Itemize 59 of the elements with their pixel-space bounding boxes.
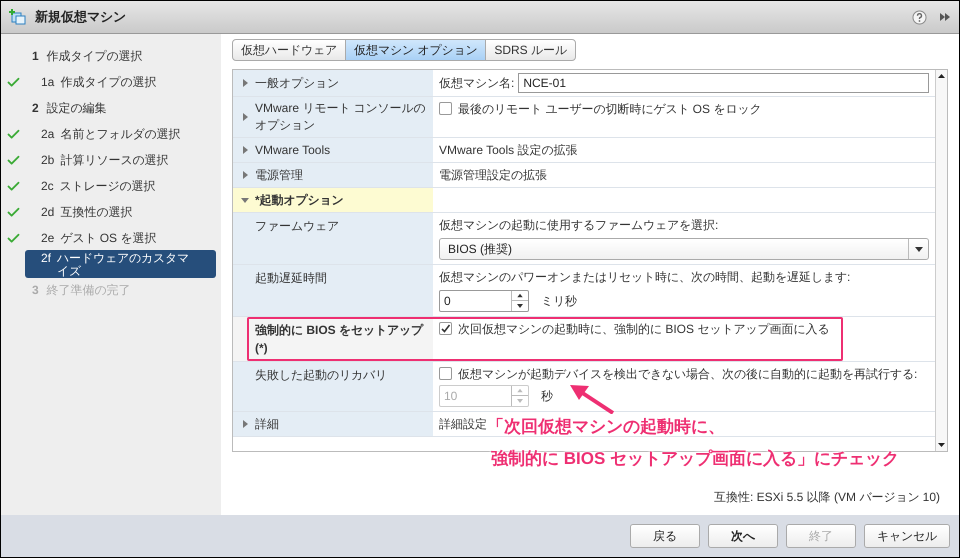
wizard-substep[interactable]: 2e ゲスト OS を選択 xyxy=(25,232,216,244)
setting-summary: 詳細設定 xyxy=(439,417,487,431)
dropdown-value: BIOS (推奨) xyxy=(447,241,514,258)
checkbox-label: 仮想マシンが起動デバイスを検出できない場合、次の後に自動的に起動を再試行する: xyxy=(458,367,918,381)
wizard-step: 3 終了準備の完了 xyxy=(1,277,216,303)
firmware-dropdown[interactable]: BIOS (推奨) xyxy=(439,238,929,260)
number-value: 0 xyxy=(443,293,452,310)
setting-description: 仮想マシンの起動に使用するファームウェアを選択: xyxy=(439,217,720,234)
wizard-substep[interactable]: 2a 名前とフォルダの選択 xyxy=(25,128,216,140)
wizard-button[interactable]: キャンセル xyxy=(864,524,950,548)
callout-text: 「次回仮想マシンの起動時に、 xyxy=(487,416,725,438)
setting-label: ファームウェア xyxy=(255,219,339,233)
expand-triangle-icon[interactable] xyxy=(241,171,249,179)
tab[interactable]: 仮想マシン オプション xyxy=(345,39,486,61)
section-label[interactable]: 電源管理 xyxy=(255,166,303,184)
help-icon[interactable] xyxy=(912,10,927,24)
wizard-step: 2 設定の編集 xyxy=(1,95,216,121)
wizard-substep[interactable]: 2d 互換性の選択 xyxy=(25,206,216,218)
expand-triangle-icon[interactable] xyxy=(241,79,249,87)
number-value: 10 xyxy=(443,388,458,405)
unit-label: 秒 xyxy=(541,388,553,405)
field-label: 仮想マシン名: xyxy=(439,75,514,92)
scrollbar[interactable] xyxy=(935,70,947,451)
checkbox[interactable] xyxy=(439,102,452,115)
checkbox-label: 次回仮想マシンの起動時に、強制的に BIOS セットアップ画面に入る xyxy=(458,322,830,336)
section-label[interactable]: 詳細 xyxy=(255,416,279,432)
collapse-triangle-icon[interactable] xyxy=(241,196,249,204)
callout-text: 強制的に BIOS セットアップ画面に入る」にチェック xyxy=(491,448,900,470)
check-icon xyxy=(440,323,451,334)
expand-triangle-icon[interactable] xyxy=(241,420,249,428)
wizard-substep[interactable]: 2f ハードウェアのカスタマイズ xyxy=(25,250,216,278)
setting-summary: VMware Tools 設定の拡張 xyxy=(439,143,578,157)
checkbox[interactable] xyxy=(439,322,452,335)
setting-label: 失敗した起動のリカバリ xyxy=(255,368,387,382)
compatibility-text: 互換性: ESXi 5.5 以降 (VM バージョン 10) xyxy=(714,489,940,506)
window-title: 新規仮想マシン xyxy=(35,8,126,26)
wizard-step: 1 作成タイプの選択 xyxy=(1,43,216,69)
expand-triangle-icon[interactable] xyxy=(241,113,249,121)
setting-description: 仮想マシンのパワーオンまたはリセット時に、次の時間、起動を遅延します: xyxy=(439,270,850,284)
unit-label: ミリ秒 xyxy=(541,293,577,310)
wizard-substep[interactable]: 1a 作成タイプの選択 xyxy=(25,76,216,88)
wizard-substep[interactable]: 2b 計算リソースの選択 xyxy=(25,154,216,166)
setting-label: 強制的に BIOS をセットアップ (*) xyxy=(255,323,424,355)
wizard-button[interactable]: 戻る xyxy=(630,524,700,548)
double-arrow-icon[interactable] xyxy=(939,12,951,22)
setting-summary: 電源管理設定の拡張 xyxy=(439,168,547,182)
caret-icon xyxy=(914,246,922,252)
wizard-substep[interactable]: 2c ストレージの選択 xyxy=(25,180,216,192)
name-input-field[interactable]: NCE-01 xyxy=(518,73,929,93)
tab[interactable]: 仮想ハードウェア xyxy=(232,39,346,61)
tab[interactable]: SDRS ルール xyxy=(485,39,576,61)
wizard-button[interactable]: 次へ xyxy=(708,524,778,548)
up-arrow-icon[interactable] xyxy=(512,291,528,301)
number-spinner[interactable]: 0 xyxy=(439,290,529,312)
checkbox-label: 最後のリモート ユーザーの切断時にゲスト OS をロック xyxy=(458,102,762,116)
setting-label: 起動遅延時間 xyxy=(255,271,327,285)
virtual-machine-icon xyxy=(9,9,27,25)
expand-triangle-icon[interactable] xyxy=(241,146,249,154)
callout-arrow xyxy=(569,384,615,414)
